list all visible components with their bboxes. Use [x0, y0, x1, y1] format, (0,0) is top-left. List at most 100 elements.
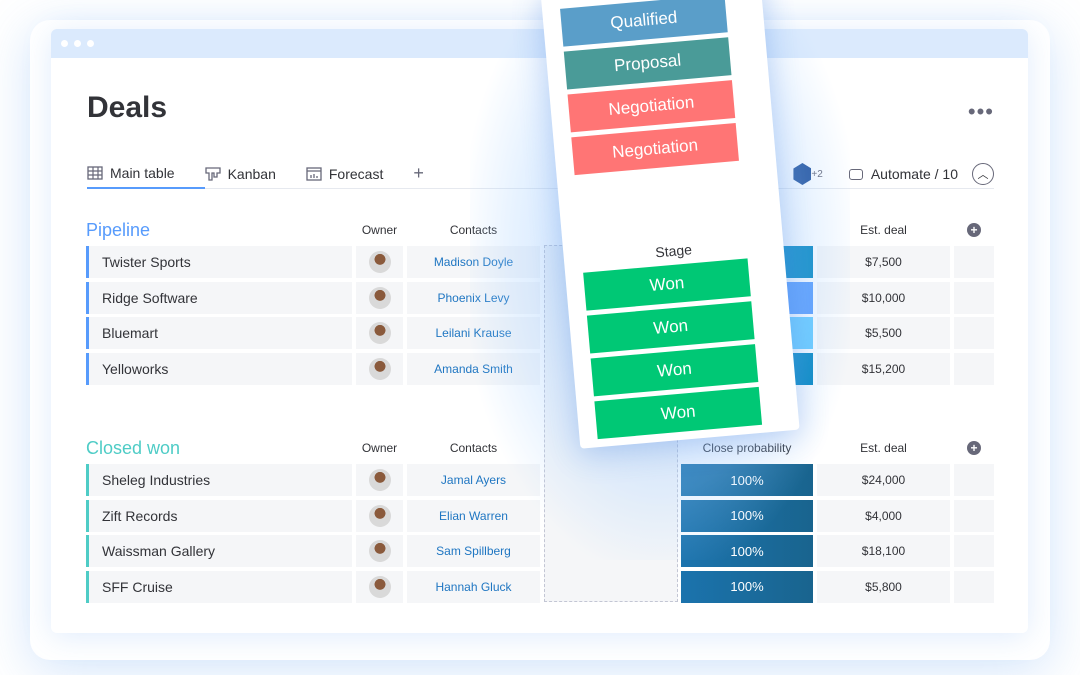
- empty-cell[interactable]: [954, 317, 994, 349]
- est-deal-cell[interactable]: $10,000: [817, 281, 950, 314]
- stage-label-won[interactable]: Won: [594, 386, 763, 440]
- avatar: [368, 357, 391, 380]
- owner-cell[interactable]: [356, 281, 403, 314]
- est-deal-cell[interactable]: $15,200: [817, 352, 950, 385]
- owner-cell[interactable]: [356, 499, 403, 532]
- window-dot: [61, 40, 68, 47]
- empty-cell[interactable]: [954, 352, 994, 385]
- group-title[interactable]: Pipeline: [86, 220, 150, 241]
- owner-cell[interactable]: [356, 535, 403, 567]
- table-row: SFF Cruise Hannah Gluck 100% $5,800: [86, 570, 996, 603]
- empty-cell[interactable]: [954, 499, 994, 532]
- table-row: Twister Sports Madison Doyle $7,500: [86, 246, 996, 278]
- item-name[interactable]: Sheleg Industries: [86, 464, 352, 496]
- column-header-est-deal: Est. deal: [860, 223, 907, 237]
- stage-label-negotiation[interactable]: Negotiation: [571, 122, 739, 176]
- window-dot: [87, 40, 94, 47]
- item-name[interactable]: Ridge Software: [86, 281, 352, 314]
- empty-cell[interactable]: [954, 535, 994, 567]
- kanban-icon: [204, 166, 221, 181]
- automate-label: Automate / 10: [870, 166, 958, 182]
- tab-label: Kanban: [227, 165, 276, 182]
- avatar: [368, 575, 391, 598]
- board-tools: +2 Automate / 10 ︿: [793, 159, 994, 189]
- group-title[interactable]: Closed won: [86, 438, 180, 459]
- item-name[interactable]: Zift Records: [86, 499, 352, 532]
- avatar: [368, 540, 391, 562]
- chevron-up-icon[interactable]: ︿: [972, 163, 994, 185]
- est-deal-cell[interactable]: $5,800: [817, 570, 950, 603]
- column-header-close-probability: Close probability: [702, 441, 792, 455]
- stage-column-header: Stage: [654, 241, 693, 261]
- column-header-owner: Owner: [361, 223, 398, 237]
- contact-link[interactable]: Amanda Smith: [407, 352, 540, 385]
- empty-cell[interactable]: [954, 570, 994, 603]
- table-row: Zift Records Elian Warren 100% $4,000: [86, 499, 996, 532]
- contact-link[interactable]: Elian Warren: [407, 499, 540, 532]
- item-name[interactable]: Yelloworks: [86, 352, 352, 385]
- est-deal-cell[interactable]: $5,500: [817, 317, 950, 349]
- add-column-icon[interactable]: +: [967, 223, 981, 237]
- owner-cell[interactable]: [356, 464, 403, 496]
- empty-cell[interactable]: [954, 464, 994, 496]
- team-avatar-icon[interactable]: [793, 163, 812, 185]
- close-probability-cell[interactable]: 100%: [681, 535, 813, 567]
- column-header-est-deal: Est. deal: [860, 441, 907, 455]
- contact-link[interactable]: Sam Spillberg: [407, 535, 540, 567]
- close-probability-cell[interactable]: 100%: [681, 570, 813, 603]
- window-dot: [74, 40, 81, 47]
- owner-cell[interactable]: [356, 246, 403, 278]
- table-icon: [87, 165, 103, 180]
- add-view-button[interactable]: +: [413, 159, 454, 189]
- contact-link[interactable]: Jamal Ayers: [407, 464, 540, 496]
- group-closed-won: Closed won Owner Contacts Close probability…: [86, 432, 996, 606]
- contact-link[interactable]: Leilani Krause: [407, 317, 540, 349]
- item-name[interactable]: Bluemart: [86, 317, 352, 349]
- table-row: Yelloworks Amanda Smith $15,200: [86, 352, 996, 385]
- chart-icon: [306, 166, 322, 181]
- group-header: Pipeline Owner Contacts Est. deal +: [86, 214, 996, 246]
- owner-cell[interactable]: [356, 352, 403, 385]
- contact-link[interactable]: Hannah Gluck: [407, 570, 540, 603]
- column-header-contacts: Contacts: [449, 441, 498, 455]
- close-probability-cell[interactable]: 100%: [681, 499, 813, 532]
- avatar: [368, 504, 391, 527]
- avatar: [368, 251, 391, 273]
- group-pipeline: Pipeline Owner Contacts Est. deal + Twister S…: [86, 214, 996, 388]
- table-row: Sheleg Industries Jamal Ayers 100% $24,000: [86, 464, 996, 496]
- tab-main-table[interactable]: Main table: [87, 159, 205, 189]
- title-bar: [51, 29, 1028, 58]
- robot-icon: [848, 168, 863, 180]
- column-header-contacts: Contacts: [449, 223, 498, 237]
- tab-forecast[interactable]: Forecast: [306, 159, 413, 189]
- empty-cell[interactable]: [954, 246, 994, 278]
- est-deal-cell[interactable]: $24,000: [817, 464, 950, 496]
- dragged-stage-column[interactable]: Stage Qualified Proposal Negotiation Negoti…: [540, 0, 800, 449]
- more-horizontal-icon[interactable]: •••: [968, 99, 994, 125]
- tab-label: Main table: [110, 164, 175, 181]
- automate-button[interactable]: Automate / 10: [848, 166, 958, 182]
- empty-cell[interactable]: [954, 281, 994, 314]
- avatar: [368, 286, 391, 309]
- contact-link[interactable]: Madison Doyle: [407, 246, 540, 278]
- view-tabs: Main table Kanban Forecast + +2 Automate…: [87, 159, 994, 189]
- owner-cell[interactable]: [356, 317, 403, 349]
- avatar: [368, 469, 391, 491]
- table-row: Bluemart Leilani Krause $5,500: [86, 317, 996, 349]
- item-name[interactable]: SFF Cruise: [86, 570, 352, 603]
- table-row: Ridge Software Phoenix Levy $10,000: [86, 281, 996, 314]
- est-deal-cell[interactable]: $7,500: [817, 246, 950, 278]
- contact-link[interactable]: Phoenix Levy: [407, 281, 540, 314]
- group-header: Closed won Owner Contacts Close probability…: [86, 432, 996, 464]
- avatar: [368, 322, 391, 344]
- avatar-count[interactable]: +2: [811, 169, 822, 180]
- owner-cell[interactable]: [356, 570, 403, 603]
- add-column-icon[interactable]: +: [967, 441, 981, 455]
- est-deal-cell[interactable]: $4,000: [817, 499, 950, 532]
- item-name[interactable]: Waissman Gallery: [86, 535, 352, 567]
- tab-label: Forecast: [328, 165, 384, 182]
- item-name[interactable]: Twister Sports: [86, 246, 352, 278]
- est-deal-cell[interactable]: $18,100: [817, 535, 950, 567]
- tab-kanban[interactable]: Kanban: [204, 159, 306, 189]
- close-probability-cell[interactable]: 100%: [681, 464, 813, 496]
